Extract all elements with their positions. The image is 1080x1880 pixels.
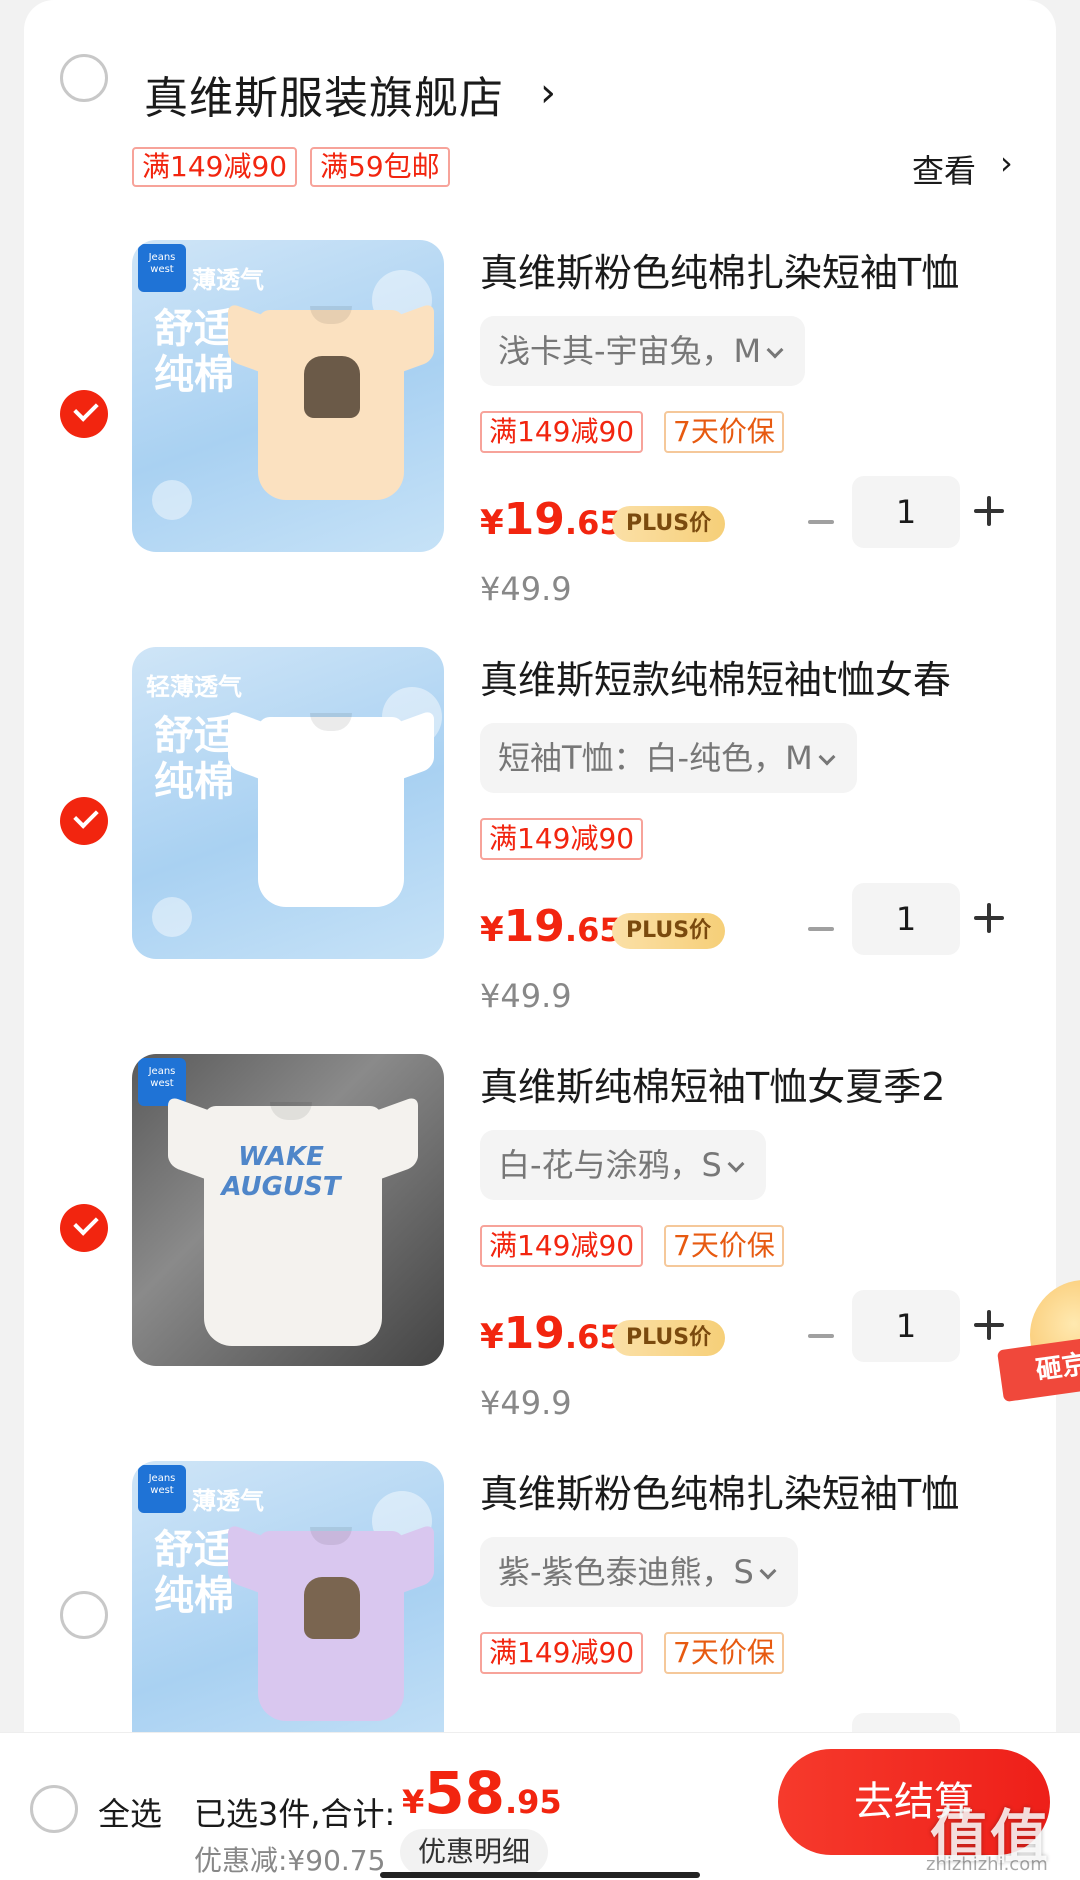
home-indicator [380,1872,700,1878]
item-price: ¥19.65 [480,901,622,952]
quantity-input[interactable]: 1 [852,883,960,955]
total-price: ¥58.95 [402,1759,562,1827]
quantity-increase-button[interactable] [974,496,1004,526]
item-select-checkbox[interactable] [60,1591,108,1639]
store-select-radio[interactable] [60,54,108,102]
item-spec-text: 浅卡其-宇宙兔，M [498,332,762,370]
checkout-bar: 全选 已选3件,合计: ¥58.95 优惠减:¥90.75 优惠明细 去结算 [0,1732,1080,1880]
tshirt-graphic [228,288,434,508]
quantity-input[interactable]: 1 [852,1290,960,1362]
tshirt-graphic [228,695,434,915]
floating-badge-label: 砸京 [996,1333,1080,1403]
item-original-price: ¥49.9 [480,1384,572,1422]
item-promo-tag: 满149减90 [480,818,644,860]
brand-logo: Jeans west [138,244,186,292]
discount-detail-button[interactable]: 优惠明细 [400,1829,549,1875]
cart-item: Jeans west 薄透气 舒适纯棉 真维斯粉色纯棉扎染短袖T恤 紫-紫色泰迪… [0,1461,1080,1732]
item-spec-selector[interactable]: 浅卡其-宇宙兔，M [480,316,806,386]
plus-price-badge: PLUS价 [612,1320,726,1356]
floating-activity-badge[interactable]: 砸京 [996,1280,1080,1440]
brand-logo: Jeans west [138,1465,186,1513]
quantity-increase-button[interactable] [974,903,1004,933]
chevron-down-icon [766,341,784,359]
item-title[interactable]: 真维斯纯棉短袖T恤女夏季2 [480,1056,945,1111]
site-watermark-url: zhizhizhi.com [926,1854,1048,1875]
item-select-checkbox[interactable] [60,390,108,438]
quantity-decrease-button[interactable] [808,927,834,931]
item-spec-text: 紫-紫色泰迪熊，S [498,1553,754,1591]
item-price: ¥19.65 [480,1308,622,1359]
quantity-decrease-button[interactable] [808,1334,834,1338]
view-more-chevron-icon[interactable]: › [1000,144,1013,182]
chevron-down-icon [759,1562,777,1580]
decor-bubble [152,897,192,937]
chevron-down-icon [727,1155,745,1173]
item-select-checkbox[interactable] [60,1204,108,1252]
cart-item: Jeans west WAKE AUGUST 真维斯纯棉短袖T恤女夏季2 白-花… [0,1054,1080,1460]
store-chevron-icon[interactable]: › [540,70,556,116]
item-original-price: ¥49.9 [480,977,572,1015]
item-promo-tag: 满149减90 [480,411,644,453]
select-all-checkbox[interactable] [30,1785,78,1833]
item-spec-text: 白-花与涂鸦，S [498,1146,722,1184]
store-shipping-tag: 满59包邮 [310,147,450,187]
item-spec-text: 短袖T恤：白-纯色，M [498,739,813,777]
product-image[interactable]: 轻薄透气 舒适纯棉 [132,647,444,959]
quantity-decrease-button[interactable] [808,520,834,524]
plus-price-badge: PLUS价 [612,506,726,542]
item-price-protect-tag: 7天价保 [664,1225,784,1267]
view-more-link[interactable]: 查看 [912,146,976,192]
plus-price-badge: PLUS价 [612,913,726,949]
discount-amount: 优惠减:¥90.75 [194,1844,386,1877]
item-promo-tag: 满149减90 [480,1225,644,1267]
product-image[interactable]: Jeans west 薄透气 舒适纯棉 [132,1461,444,1732]
select-all-label[interactable]: 全选 [98,1789,162,1835]
quantity-input[interactable] [852,1713,960,1732]
store-name[interactable]: 真维斯服装旗舰店 [144,62,504,126]
item-price-protect-tag: 7天价保 [664,1632,784,1674]
tshirt-graphic [228,1509,434,1729]
item-price: ¥19.65 [480,494,622,545]
tshirt-graphic [168,1084,418,1354]
selected-count-label: 已选3件,合计: [194,1795,396,1833]
product-image[interactable]: Jeans west 薄透气 舒适纯棉 [132,240,444,552]
shirt-print-text: WAKE AUGUST [221,1142,341,1202]
product-image[interactable]: Jeans west WAKE AUGUST [132,1054,444,1366]
cart-item: Jeans west 薄透气 舒适纯棉 真维斯粉色纯棉扎染短袖T恤 浅卡其-宇宙… [0,240,1080,646]
chevron-down-icon [818,748,836,766]
item-title[interactable]: 真维斯粉色纯棉扎染短袖T恤 [480,1463,959,1518]
item-spec-selector[interactable]: 白-花与涂鸦，S [480,1130,766,1200]
item-price-protect-tag: 7天价保 [664,411,784,453]
item-original-price: ¥49.9 [480,570,572,608]
quantity-input[interactable]: 1 [852,476,960,548]
item-promo-tag: 满149减90 [480,1632,644,1674]
item-spec-selector[interactable]: 短袖T恤：白-纯色，M [480,723,857,793]
decor-bubble [152,480,192,520]
store-promo-tag: 满149减90 [132,147,298,187]
item-select-checkbox[interactable] [60,797,108,845]
cart-item: 轻薄透气 舒适纯棉 真维斯短款纯棉短袖t恤女春 短袖T恤：白-纯色，M 满149… [0,647,1080,1053]
item-title[interactable]: 真维斯短款纯棉短袖t恤女春 [480,649,951,704]
item-title[interactable]: 真维斯粉色纯棉扎染短袖T恤 [480,242,959,297]
item-spec-selector[interactable]: 紫-紫色泰迪熊，S [480,1537,798,1607]
